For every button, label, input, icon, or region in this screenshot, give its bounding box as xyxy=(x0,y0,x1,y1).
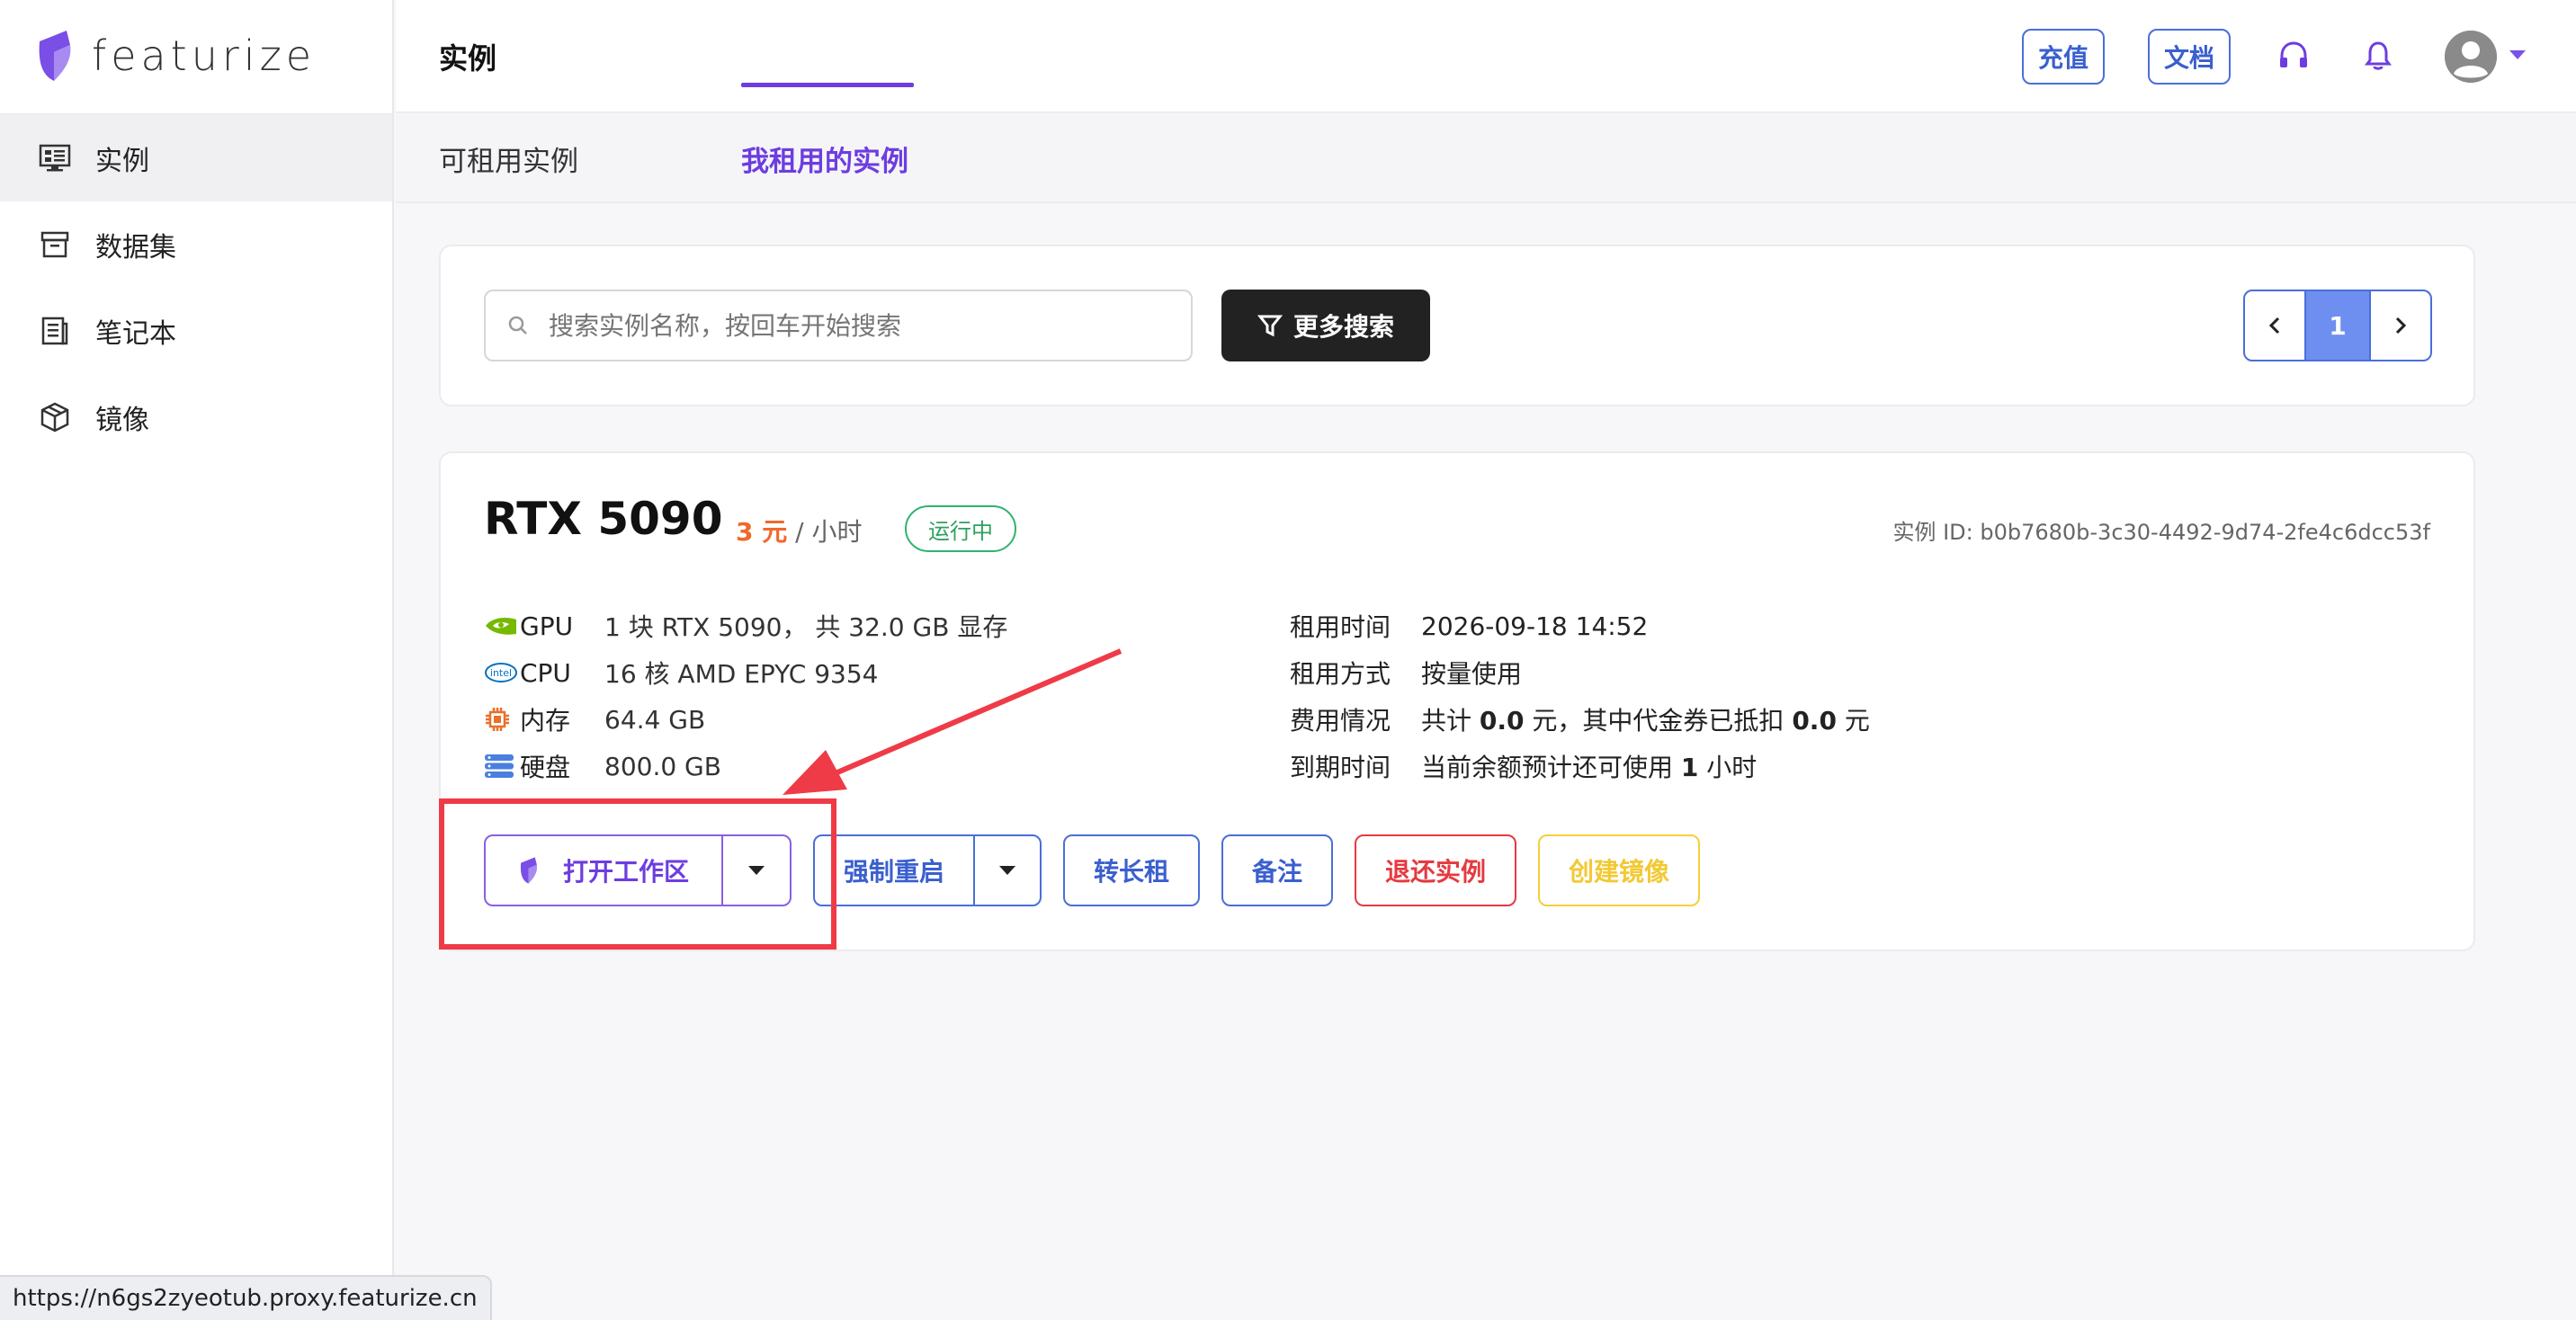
rental-mode-label: 租用方式 xyxy=(1290,659,1391,689)
price-value: 3 元 xyxy=(736,517,788,547)
cube-icon xyxy=(38,400,72,434)
pagination: 1 xyxy=(2243,290,2432,361)
rental-mode: 租用方式 按量使用 xyxy=(1290,649,1522,696)
headset-icon[interactable] xyxy=(2274,36,2313,76)
link-status-bar: https://n6gs2zyeotub.proxy.featurize.cn xyxy=(0,1275,492,1320)
force-restart-dropdown[interactable] xyxy=(975,836,1040,905)
top-header: 实例 充值 文档 xyxy=(396,0,2576,113)
nvidia-icon xyxy=(484,614,520,638)
memory-chip-icon xyxy=(484,706,520,733)
rental-expire-label: 到期时间 xyxy=(1290,753,1391,782)
expire-hours: 1 xyxy=(1680,753,1699,782)
page-title: 实例 xyxy=(439,41,497,76)
spec-label: GPU xyxy=(520,611,574,641)
tab-available-instances[interactable]: 可租用实例 xyxy=(439,138,578,179)
rental-mode-value: 按量使用 xyxy=(1421,659,1523,689)
search-field[interactable] xyxy=(484,290,1193,361)
instance-id: 实例 ID: b0b7680b-3c30-4492-9d74-2fe4c6dcc… xyxy=(1892,520,2430,545)
annotation-arrow-icon xyxy=(783,648,1123,795)
sidebar-item-label: 镜像 xyxy=(95,405,149,436)
sidebar-item-images[interactable]: 镜像 xyxy=(0,374,392,460)
create-image-button[interactable]: 创建镜像 xyxy=(1538,834,1700,906)
sidebar-nav: 实例 数据集 笔记本 镜像 xyxy=(0,115,392,460)
long-term-rent-button[interactable]: 转长租 xyxy=(1063,834,1200,906)
spec-label: CPU xyxy=(520,657,571,688)
more-search-label: 更多搜索 xyxy=(1292,312,1394,342)
page-1-button[interactable]: 1 xyxy=(2306,290,2369,361)
sidebar-item-label: 笔记本 xyxy=(95,318,176,350)
rental-time-label: 租用时间 xyxy=(1290,612,1391,642)
sidebar-item-label: 数据集 xyxy=(95,232,176,263)
rental-time: 租用时间 2026-09-18 14:52 xyxy=(1290,602,1648,649)
rental-time-value: 2026-09-18 14:52 xyxy=(1421,611,1649,641)
sidebar-item-notebooks[interactable]: 笔记本 xyxy=(0,288,392,374)
spec-memory: 内存 64.4 GB xyxy=(484,696,705,743)
logo-text: featurize xyxy=(92,31,317,80)
docs-button[interactable]: 文档 xyxy=(2148,29,2232,85)
rental-expire-value: 当前余额预计还可使用 1 小时 xyxy=(1421,748,1757,784)
return-instance-button[interactable]: 退还实例 xyxy=(1355,834,1516,906)
rental-expire: 到期时间 当前余额预计还可使用 1 小时 xyxy=(1290,743,1757,789)
cost-voucher: 0.0 xyxy=(1792,706,1837,736)
tab-my-instances[interactable]: 我租用的实例 xyxy=(741,138,908,179)
force-restart-split-button: 强制重启 xyxy=(813,834,1042,906)
logo[interactable]: featurize xyxy=(34,27,316,85)
notebook-icon xyxy=(38,314,72,348)
spec-value: 64.4 GB xyxy=(604,704,706,735)
search-icon xyxy=(508,316,527,334)
sidebar-item-label: 实例 xyxy=(95,146,149,177)
cost-prefix: 共计 xyxy=(1421,706,1480,736)
force-restart-button[interactable]: 强制重启 xyxy=(815,836,975,905)
active-tab-indicator xyxy=(741,83,914,87)
note-button[interactable]: 备注 xyxy=(1221,834,1333,906)
spec-storage: 硬盘 800.0 GB xyxy=(484,743,721,789)
archive-box-icon xyxy=(38,227,72,262)
recharge-button[interactable]: 充值 xyxy=(2022,29,2106,85)
instance-name: RTX 5090 xyxy=(484,493,723,545)
bell-icon[interactable] xyxy=(2358,36,2398,76)
featurize-logo-icon xyxy=(39,31,71,81)
chevron-down-icon[interactable] xyxy=(2509,50,2526,59)
next-page-button[interactable] xyxy=(2369,290,2432,361)
rental-cost-label: 费用情况 xyxy=(1290,706,1391,736)
spec-label: 内存 xyxy=(520,706,571,736)
expire-suffix: 小时 xyxy=(1698,753,1758,782)
search-input[interactable] xyxy=(547,309,1158,342)
spec-value: 800.0 GB xyxy=(604,751,721,781)
expire-prefix: 当前余额预计还可使用 xyxy=(1421,753,1681,782)
sidebar-item-instances[interactable]: 实例 xyxy=(0,115,392,201)
user-avatar-icon[interactable] xyxy=(2445,31,2497,83)
svg-text:intel: intel xyxy=(490,667,512,679)
storage-icon xyxy=(484,754,520,779)
cost-suffix: 元 xyxy=(1836,706,1870,736)
spec-label: 硬盘 xyxy=(520,753,571,782)
sidebar: featurize 实例 数据集 笔记本 镜像 xyxy=(0,0,394,1320)
cost-middle: 元，其中代金券已抵扣 xyxy=(1524,706,1793,736)
more-search-button[interactable]: 更多搜索 xyxy=(1221,290,1430,361)
rental-cost: 费用情况 共计 0.0 元，其中代金券已抵扣 0.0 元 xyxy=(1290,696,1870,743)
chevron-left-icon xyxy=(2268,317,2280,334)
annotation-highlight-box xyxy=(439,798,836,950)
filter-icon xyxy=(1257,315,1283,337)
cost-total: 0.0 xyxy=(1479,706,1525,736)
prev-page-button[interactable] xyxy=(2243,290,2306,361)
chevron-right-icon xyxy=(2395,317,2407,334)
caret-down-icon xyxy=(999,866,1015,875)
instance-tabs: 可租用实例 我租用的实例 xyxy=(396,115,2576,203)
rental-cost-value: 共计 0.0 元，其中代金券已抵扣 0.0 元 xyxy=(1421,701,1870,737)
intel-icon: intel xyxy=(484,661,520,684)
status-badge: 运行中 xyxy=(905,505,1016,552)
sidebar-item-datasets[interactable]: 数据集 xyxy=(0,201,392,288)
dashboard-icon xyxy=(38,141,72,175)
instance-price: 3 元 / 小时 xyxy=(736,513,862,549)
price-unit: / 小时 xyxy=(787,517,863,547)
